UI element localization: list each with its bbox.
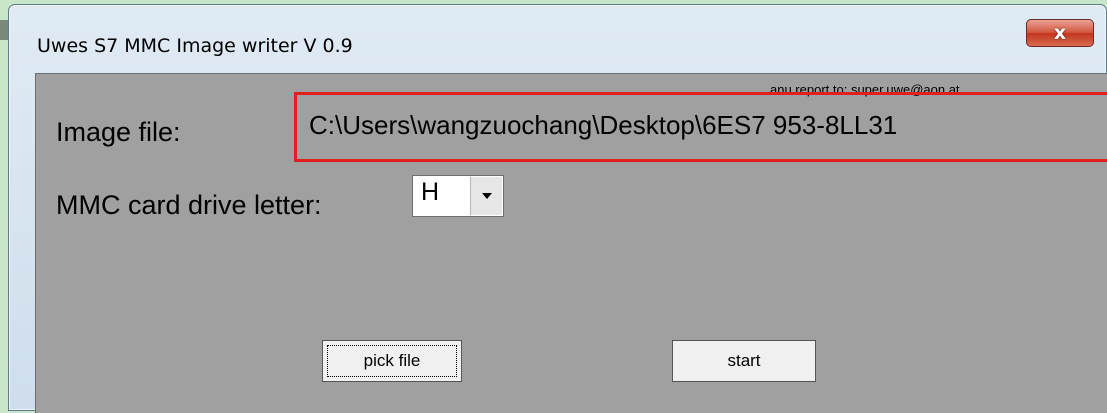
close-button[interactable]: x: [1026, 19, 1094, 47]
path-highlight-annotation: [294, 92, 1107, 162]
app-window: Uwes S7 MMC Image writer V 0.9 x anu rep…: [8, 4, 1107, 413]
focus-ring: [327, 345, 457, 377]
start-label: start: [727, 351, 761, 370]
pick-file-button[interactable]: pick file: [322, 340, 462, 382]
chevron-down-icon: [482, 193, 492, 199]
client-area: anu report to: super.uwe@aon.at Image fi…: [35, 73, 1107, 413]
mmc-drive-label: MMC card drive letter:: [56, 190, 322, 220]
title-bar[interactable]: Uwes S7 MMC Image writer V 0.9 x: [9, 5, 1106, 61]
dropdown-button[interactable]: [470, 177, 502, 215]
image-file-label: Image file:: [56, 117, 181, 147]
drive-letter-select[interactable]: H: [412, 175, 504, 217]
drive-letter-value: H: [421, 178, 440, 206]
start-button[interactable]: start: [672, 340, 816, 382]
close-icon: x: [1053, 22, 1067, 44]
desktop-background: [0, 20, 8, 40]
window-title: Uwes S7 MMC Image writer V 0.9: [37, 35, 353, 57]
